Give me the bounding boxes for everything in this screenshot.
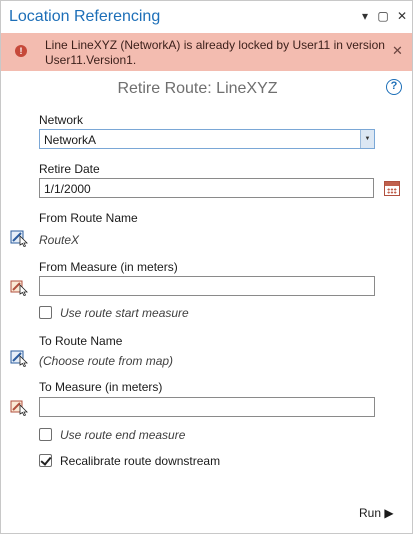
pane-close-icon[interactable]: ✕: [395, 8, 409, 24]
to-measure-input[interactable]: [39, 397, 375, 417]
error-banner: ! Line LineXYZ (NetworkA) is already loc…: [1, 33, 412, 71]
use-end-measure-checkbox[interactable]: [39, 428, 52, 441]
to-route-label: To Route Name: [39, 334, 123, 348]
to-route-value: (Choose route from map): [39, 354, 174, 368]
location-referencing-pane: Location Referencing ▾ ▢ ✕ ! Line LineXY…: [0, 0, 413, 534]
to-measure-label: To Measure (in meters): [39, 380, 163, 394]
from-route-value: RouteX: [39, 233, 80, 247]
select-to-route-icon[interactable]: [10, 349, 30, 367]
network-label: Network: [39, 113, 84, 127]
use-start-measure-label[interactable]: Use route start measure: [60, 306, 189, 320]
select-route-icon[interactable]: [10, 229, 30, 247]
from-route-label: From Route Name: [39, 211, 138, 225]
recalibrate-label[interactable]: Recalibrate route downstream: [60, 454, 220, 468]
retire-date-input[interactable]: 1/1/2000: [39, 178, 374, 198]
from-measure-input[interactable]: [39, 276, 375, 296]
retire-date-value: 1/1/2000: [44, 182, 91, 196]
use-start-measure-checkbox[interactable]: [39, 306, 52, 319]
use-end-measure-label[interactable]: Use route end measure: [60, 428, 185, 442]
help-icon[interactable]: ?: [386, 79, 402, 95]
measure-pick-icon[interactable]: [10, 278, 30, 296]
retire-date-label: Retire Date: [39, 162, 100, 176]
network-value: NetworkA: [44, 133, 97, 147]
pane-options-icon[interactable]: ▾: [358, 8, 372, 24]
pane-maximize-icon[interactable]: ▢: [376, 8, 390, 24]
run-button[interactable]: Run ▶: [359, 506, 394, 520]
tool-heading: Retire Route: LineXYZ: [117, 80, 278, 97]
to-measure-pick-icon[interactable]: [10, 398, 30, 416]
recalibrate-checkbox[interactable]: [39, 454, 52, 467]
dismiss-error-icon[interactable]: ✕: [392, 43, 403, 59]
chevron-down-icon[interactable]: ▼: [360, 130, 374, 148]
calendar-icon[interactable]: [384, 181, 400, 196]
pane-title-bar: Location Referencing ▾ ▢ ✕: [1, 1, 412, 33]
from-measure-label: From Measure (in meters): [39, 260, 178, 274]
error-icon: !: [15, 45, 27, 57]
error-message: Line LineXYZ (NetworkA) is already locke…: [45, 38, 385, 67]
network-dropdown[interactable]: NetworkA ▼: [39, 129, 375, 149]
pane-title: Location Referencing: [9, 8, 161, 25]
